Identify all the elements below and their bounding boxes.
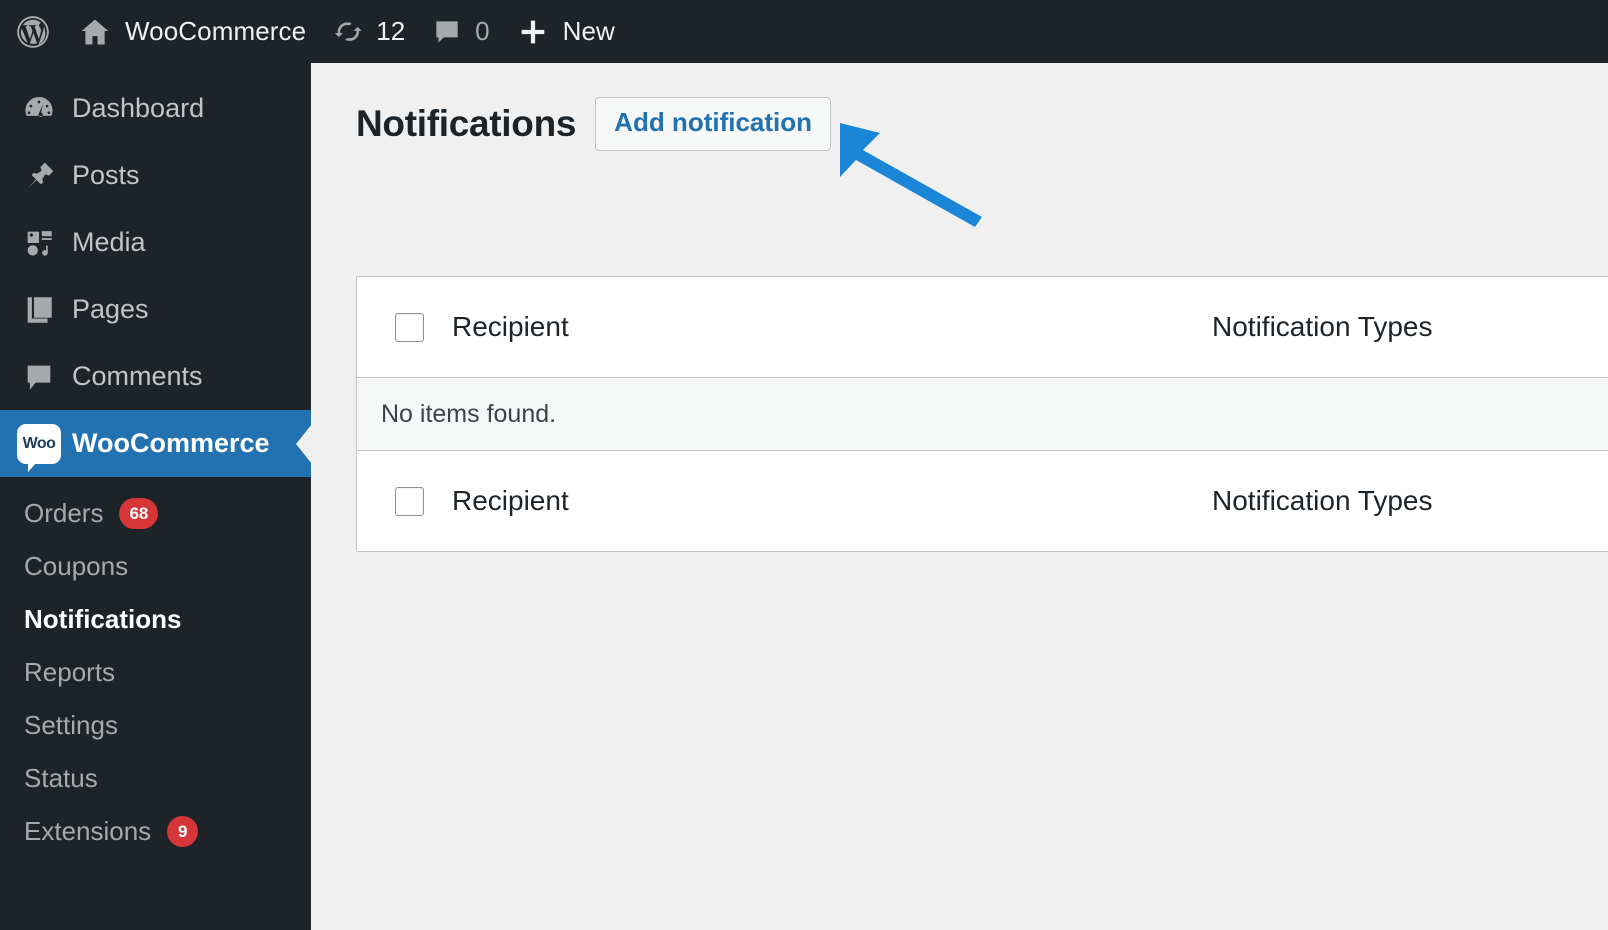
admin-bar: WooCommerce 12 0 New [0, 0, 1608, 63]
page-header: Notifications Add notification [311, 63, 1608, 155]
sidebar-subitem-status[interactable]: Status [0, 752, 311, 805]
comment-bubble-icon [16, 354, 62, 400]
updates-icon [332, 16, 364, 48]
column-header-recipient[interactable]: Recipient [452, 311, 1212, 343]
updates-menu[interactable]: 12 [319, 0, 418, 63]
sidebar-subitem-settings[interactable]: Settings [0, 699, 311, 752]
sidebar-subitem-label: Status [24, 763, 98, 793]
select-all-checkbox-footer[interactable] [395, 486, 424, 516]
sidebar-subitem-label: Orders [24, 498, 104, 528]
sidebar-item-comments[interactable]: Comments [0, 343, 311, 410]
sidebar-subitem-label: Coupons [24, 551, 129, 581]
updates-count: 12 [376, 16, 406, 46]
sidebar-item-label: Comments [72, 361, 203, 391]
column-footer-recipient[interactable]: Recipient [452, 485, 1212, 517]
add-notification-button[interactable]: Add notification [595, 97, 832, 151]
main-content-area: Notifications Add notification Recipient… [311, 63, 1608, 930]
comments-count: 0 [475, 16, 490, 46]
table-footer-row: Recipient Notification Types [357, 450, 1608, 551]
notifications-list-table: Recipient Notification Types No items fo… [356, 276, 1608, 552]
orders-count-badge: 68 [119, 498, 159, 529]
sidebar-item-dashboard[interactable]: Dashboard [0, 75, 311, 142]
select-all-checkbox-cell[interactable] [357, 312, 452, 342]
sidebar-item-label: Media [72, 227, 146, 257]
sidebar-subitem-notifications[interactable]: Notifications [0, 593, 311, 646]
sidebar-subitem-label: Settings [24, 710, 118, 740]
sidebar-item-media[interactable]: Media [0, 209, 311, 276]
woocommerce-icon: Woo [16, 421, 62, 472]
pages-icon [16, 287, 62, 333]
sidebar-subitem-extensions[interactable]: Extensions 9 [0, 805, 311, 858]
sidebar-item-label: WooCommerce [72, 428, 270, 458]
sidebar-subitem-coupons[interactable]: Coupons [0, 540, 311, 593]
select-all-checkbox-cell-footer[interactable] [357, 486, 452, 516]
wordpress-admin-screen: WooCommerce 12 0 New Dashboard Posts Med… [0, 0, 1608, 930]
sidebar-item-label: Posts [72, 160, 140, 190]
sidebar-item-pages[interactable]: Pages [0, 276, 311, 343]
table-header-row: Recipient Notification Types [357, 277, 1608, 378]
sidebar-subitem-reports[interactable]: Reports [0, 646, 311, 699]
sidebar-subitem-label: Reports [24, 657, 116, 687]
no-items-found-row: No items found. [357, 378, 1608, 450]
media-camera-music-icon [16, 220, 62, 266]
column-footer-notification-types[interactable]: Notification Types [1212, 485, 1433, 517]
sidebar-item-posts[interactable]: Posts [0, 142, 311, 209]
current-menu-arrow-icon [296, 423, 312, 464]
comments-menu[interactable]: 0 [418, 0, 502, 63]
admin-sidebar-menu: Dashboard Posts Media Pages Comments Woo… [0, 63, 312, 930]
pin-icon [16, 153, 62, 199]
wordpress-logo-icon [14, 13, 52, 51]
page-title: Notifications [356, 103, 577, 144]
sidebar-subitem-label: Notifications [24, 604, 182, 634]
woocommerce-submenu: Orders 68 Coupons Notifications Reports … [0, 477, 311, 858]
column-header-notification-types[interactable]: Notification Types [1212, 311, 1433, 343]
sidebar-subitem-label: Extensions [24, 816, 152, 846]
new-content-menu[interactable]: New [503, 0, 628, 63]
extensions-count-badge: 9 [167, 816, 199, 847]
home-icon [78, 15, 112, 49]
dashboard-gauge-icon [16, 86, 62, 132]
new-content-label: New [562, 16, 615, 46]
select-all-checkbox[interactable] [395, 312, 424, 342]
sidebar-item-label: Dashboard [72, 93, 205, 123]
site-name-label: WooCommerce [125, 16, 307, 46]
comment-bubble-icon [431, 16, 463, 48]
wordpress-logo-button[interactable] [0, 0, 65, 63]
site-name-menu[interactable]: WooCommerce [65, 0, 319, 63]
plus-icon [516, 15, 550, 49]
sidebar-subitem-orders[interactable]: Orders 68 [0, 487, 311, 540]
sidebar-item-label: Pages [72, 294, 149, 324]
sidebar-item-woocommerce[interactable]: Woo WooCommerce [0, 410, 312, 477]
